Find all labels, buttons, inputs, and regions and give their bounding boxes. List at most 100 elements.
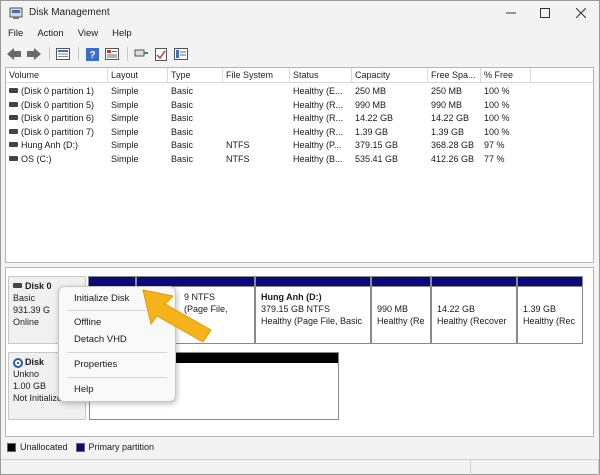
back-arrow-icon <box>7 48 21 60</box>
volume-icon <box>9 155 18 161</box>
column-header-volume[interactable]: Volume <box>6 68 108 83</box>
volume-list: Volume Layout Type File System Status Ca… <box>5 67 594 263</box>
cell-status: Healthy (P... <box>293 140 342 150</box>
properties-button[interactable] <box>103 45 121 63</box>
check-icon <box>155 47 167 61</box>
status-bar-section <box>471 460 599 475</box>
column-header-type[interactable]: Type <box>168 68 223 83</box>
table-row[interactable]: (Disk 0 partition 1) Simple Basic Healthy (… <box>6 85 593 98</box>
cell-capacity: 1.39 GB <box>355 126 389 137</box>
menu-file[interactable]: File <box>1 26 30 42</box>
cell-capacity: 535.41 GB <box>355 153 399 164</box>
maximize-button[interactable] <box>529 1 561 25</box>
volume-name: Hung Anh (D:) <box>21 140 79 150</box>
cell-type: Basic <box>171 140 194 150</box>
partition-body: 1.39 GB Healthy (Rec <box>520 289 580 341</box>
column-header-file-system[interactable]: File System <box>223 68 290 83</box>
table-row[interactable]: OS (C:) Simple Basic NTFS Healthy (B... 535.4… <box>6 153 593 166</box>
partition-name-spacer <box>437 291 511 303</box>
table-row[interactable]: (Disk 0 partition 7) Simple Basic Healthy (… <box>6 126 593 139</box>
cell-status: Healthy (R... <box>293 113 344 123</box>
help-button[interactable]: ? <box>83 45 101 63</box>
primary-partition-bar <box>518 277 582 287</box>
menu-help[interactable]: Help <box>105 26 139 42</box>
menu-help[interactable]: Help <box>59 382 175 398</box>
cell-free-space: 250 MB <box>431 86 463 96</box>
status-bar-section <box>1 460 471 475</box>
toolbar: ? <box>1 43 599 65</box>
forward-arrow-icon <box>27 48 41 60</box>
table-row[interactable]: (Disk 0 partition 6) Simple Basic Healthy (… <box>6 112 593 125</box>
disk-0-partition-5[interactable]: 990 MB Healthy (Re <box>371 276 431 344</box>
partition-detail: 379.15 GB NTFS <box>261 304 331 314</box>
menu-separator <box>67 377 167 378</box>
volume-name: (Disk 0 partition 6) <box>21 113 95 123</box>
close-button[interactable] <box>565 1 597 25</box>
disk-0-partition-hung-anh[interactable]: Hung Anh (D:) 379.15 GB NTFS Healthy (Pa… <box>255 276 371 344</box>
legend: Unallocated Primary partition <box>5 439 154 455</box>
column-header-status[interactable]: Status <box>290 68 352 83</box>
cell-percent-free: 97 % <box>484 140 505 150</box>
menu-properties[interactable]: Properties <box>59 357 175 373</box>
column-header-free-space[interactable]: Free Spa... <box>428 68 481 83</box>
cell-free-space: 368.28 GB <box>431 140 475 150</box>
legend-swatch-primary <box>75 442 85 452</box>
partition-status: Healthy (Rec <box>523 316 576 326</box>
toolbar-separator <box>78 47 79 61</box>
cell-type: Basic <box>171 153 194 164</box>
table-row[interactable]: Hung Anh (D:) Simple Basic NTFS Healthy (P..… <box>6 139 593 152</box>
menu-separator <box>67 352 167 353</box>
partition-body: 990 MB Healthy (Re <box>374 289 428 341</box>
table-row[interactable]: (Disk 0 partition 5) Simple Basic Healthy (… <box>6 99 593 112</box>
menu-action[interactable]: Action <box>30 26 70 42</box>
cell-free-space: 412.26 GB <box>431 153 475 164</box>
volume-icon <box>9 115 18 121</box>
cell-status: Healthy (R... <box>293 126 344 137</box>
cell-volume: (Disk 0 partition 6) <box>6 112 108 125</box>
partition-name: Hung Anh (D:) <box>261 292 322 302</box>
column-header-percent-free[interactable]: % Free <box>481 68 531 83</box>
cell-percent-free: 100 % <box>484 113 510 123</box>
check-button[interactable] <box>152 45 170 63</box>
properties-icon <box>105 48 119 60</box>
cell-percent-free: 100 % <box>484 99 510 110</box>
column-header-capacity[interactable]: Capacity <box>352 68 428 83</box>
disk-0-partition-7[interactable]: 1.39 GB Healthy (Rec <box>517 276 583 344</box>
volume-name: (Disk 0 partition 7) <box>21 126 95 137</box>
cell-status: Healthy (B... <box>293 153 343 164</box>
back-button[interactable] <box>5 45 23 63</box>
toolbar-separator <box>49 47 50 61</box>
disk-list-button[interactable] <box>54 45 72 63</box>
cell-file-system: NTFS <box>226 153 250 164</box>
volume-icon <box>9 101 18 107</box>
forward-button[interactable] <box>25 45 43 63</box>
partition-detail: 1.39 GB <box>523 304 557 314</box>
cell-volume: (Disk 0 partition 1) <box>6 85 108 98</box>
minimize-button[interactable] <box>495 1 527 25</box>
cell-volume: Hung Anh (D:) <box>6 139 108 152</box>
cell-capacity: 250 MB <box>355 86 387 96</box>
cell-file-system <box>223 85 290 98</box>
settings-panel-button[interactable] <box>172 45 190 63</box>
disk-management-icon <box>9 7 23 19</box>
disk-management-window: Disk Management File Action View Help ? <box>0 0 600 475</box>
menu-view[interactable]: View <box>71 26 105 42</box>
column-header-layout[interactable]: Layout <box>108 68 168 83</box>
cell-free-space: 990 MB <box>431 99 463 110</box>
cell-layout: Simple <box>111 153 139 164</box>
volume-icon <box>9 128 18 134</box>
legend-swatch-unallocated <box>7 442 16 452</box>
connect-button[interactable] <box>132 45 150 63</box>
volume-name: (Disk 0 partition 5) <box>21 99 95 110</box>
cell-layout: Simple <box>111 99 139 110</box>
cell-layout: Simple <box>111 140 139 150</box>
cell-type: Basic <box>171 126 194 137</box>
partition-name-spacer <box>523 291 577 303</box>
cell-free-space: 1.39 GB <box>431 126 465 137</box>
help-icon: ? <box>85 47 99 61</box>
disk-0-partition-6[interactable]: 14.22 GB Healthy (Recover <box>431 276 517 344</box>
svg-text:?: ? <box>89 50 95 61</box>
volume-icon <box>9 88 18 94</box>
cell-status: Healthy (R... <box>293 99 344 110</box>
cell-type: Basic <box>171 86 194 96</box>
